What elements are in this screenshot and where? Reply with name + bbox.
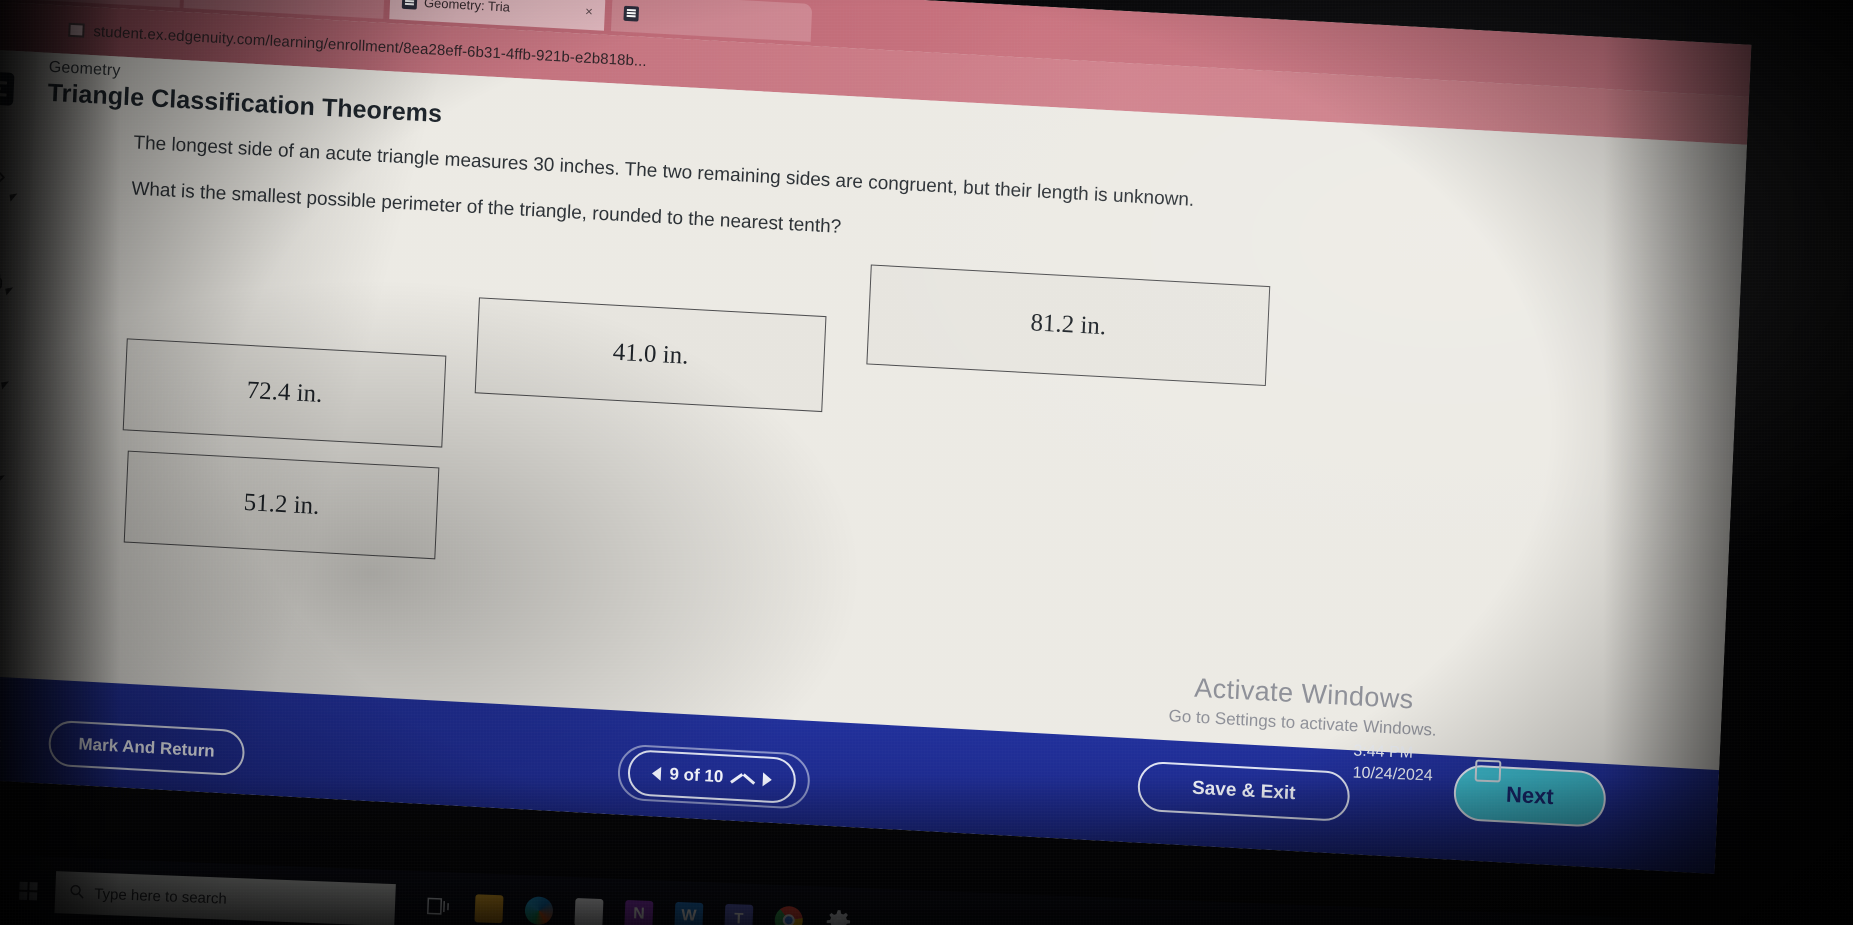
taskbar-clock[interactable]: 3:44 PM 10/24/2024 xyxy=(1352,740,1434,786)
clock-time: 3:44 PM xyxy=(1353,742,1414,762)
chevron-icon xyxy=(9,193,19,202)
teams-icon[interactable]: T xyxy=(716,894,762,925)
answer-option-label: 81.2 in. xyxy=(1029,309,1107,341)
tab-favicon-icon xyxy=(623,5,640,22)
site-info-icon[interactable] xyxy=(68,22,85,38)
word-icon[interactable]: W xyxy=(666,892,712,925)
next-label: Next xyxy=(1505,781,1555,810)
mark-and-return-label: Mark And Return xyxy=(78,734,216,761)
chevron-icon xyxy=(5,287,15,296)
chevron-icon xyxy=(0,569,2,578)
onenote-glyph: N xyxy=(624,899,654,925)
word-glyph: W xyxy=(674,901,704,925)
tool-sidebar: en xyxy=(0,47,38,782)
course-page: en xyxy=(0,47,1748,874)
quiz-label: Quiz xyxy=(0,733,2,752)
question-text: The longest side of an acute triangle me… xyxy=(131,125,1233,267)
answer-options: 72.4 in. 41.0 in. 81.2 in. 51.2 in. xyxy=(96,241,1509,646)
file-explorer-icon[interactable] xyxy=(466,884,512,925)
next-question-icon[interactable] xyxy=(762,772,773,787)
teams-glyph: T xyxy=(724,903,754,925)
question-pager[interactable]: 9 of 10 xyxy=(626,749,797,805)
edge-glyph xyxy=(524,896,554,925)
chevron-up-icon[interactable] xyxy=(732,772,755,785)
answer-option-label: 72.4 in. xyxy=(246,376,323,408)
save-and-exit-label: Save & Exit xyxy=(1191,777,1296,805)
tab-favicon-icon xyxy=(401,0,418,10)
activate-windows-watermark: Activate Windows Go to Settings to activ… xyxy=(1168,671,1438,740)
onenote-icon[interactable]: N xyxy=(616,890,662,925)
chevron-icon xyxy=(0,475,6,484)
edge-icon[interactable] xyxy=(516,886,562,925)
mark-and-return-button[interactable]: Mark And Return xyxy=(47,719,246,777)
answer-option[interactable]: 41.0 in. xyxy=(474,297,827,413)
browser-tab[interactable] xyxy=(610,0,813,42)
sidebar-item-menu[interactable] xyxy=(0,67,18,109)
taskbar-app-icons: N W T xyxy=(416,882,862,925)
microsoft-store-icon[interactable] xyxy=(566,888,612,925)
tab-title: Geometry: Tria xyxy=(423,0,511,15)
sidebar-item-highlighter[interactable] xyxy=(0,161,19,203)
chrome-glyph xyxy=(774,905,804,925)
close-icon[interactable]: × xyxy=(585,3,593,18)
photo-of-laptop-screen: Geometry: Tria × student.ex.edgenuity.co… xyxy=(0,0,1853,925)
laptop-screen: Geometry: Tria × student.ex.edgenuity.co… xyxy=(0,0,1752,874)
settings-icon[interactable] xyxy=(816,897,862,925)
search-placeholder: Type here to search xyxy=(93,885,228,908)
search-input[interactable]: Type here to search xyxy=(54,871,396,925)
headphones-icon xyxy=(0,260,5,292)
clock-date: 10/24/2024 xyxy=(1352,763,1433,784)
menu-icon xyxy=(0,70,15,106)
start-button[interactable] xyxy=(0,855,57,925)
previous-question-icon[interactable] xyxy=(651,766,661,781)
folder-glyph xyxy=(474,894,504,924)
sidebar-item-audio[interactable] xyxy=(0,255,15,297)
answer-option-label: 51.2 in. xyxy=(243,488,320,520)
answer-option[interactable]: 81.2 in. xyxy=(866,264,1271,387)
answer-option[interactable]: 72.4 in. xyxy=(122,338,447,448)
highlighter-icon xyxy=(0,165,9,199)
save-and-exit-button[interactable]: Save & Exit xyxy=(1136,760,1351,823)
windows-taskbar: Type here to search N W T xyxy=(0,855,1792,925)
windows-logo-icon xyxy=(18,881,38,901)
answer-option[interactable]: 51.2 in. xyxy=(123,450,440,560)
store-glyph xyxy=(574,898,604,925)
chrome-icon[interactable] xyxy=(766,895,812,925)
sidebar-item-translate[interactable]: en xyxy=(0,349,11,391)
search-icon xyxy=(69,883,85,903)
notification-center-icon[interactable] xyxy=(1474,759,1502,783)
chevron-icon xyxy=(1,381,11,390)
quiz-navigation-bar: Quiz Mark And Return 9 of 10 Save & Exit xyxy=(0,673,1720,874)
sidebar-item-calculator[interactable] xyxy=(0,443,6,485)
pager-label: 9 of 10 xyxy=(669,764,724,787)
task-view-icon[interactable] xyxy=(416,882,462,925)
answer-option-label: 41.0 in. xyxy=(612,338,689,370)
